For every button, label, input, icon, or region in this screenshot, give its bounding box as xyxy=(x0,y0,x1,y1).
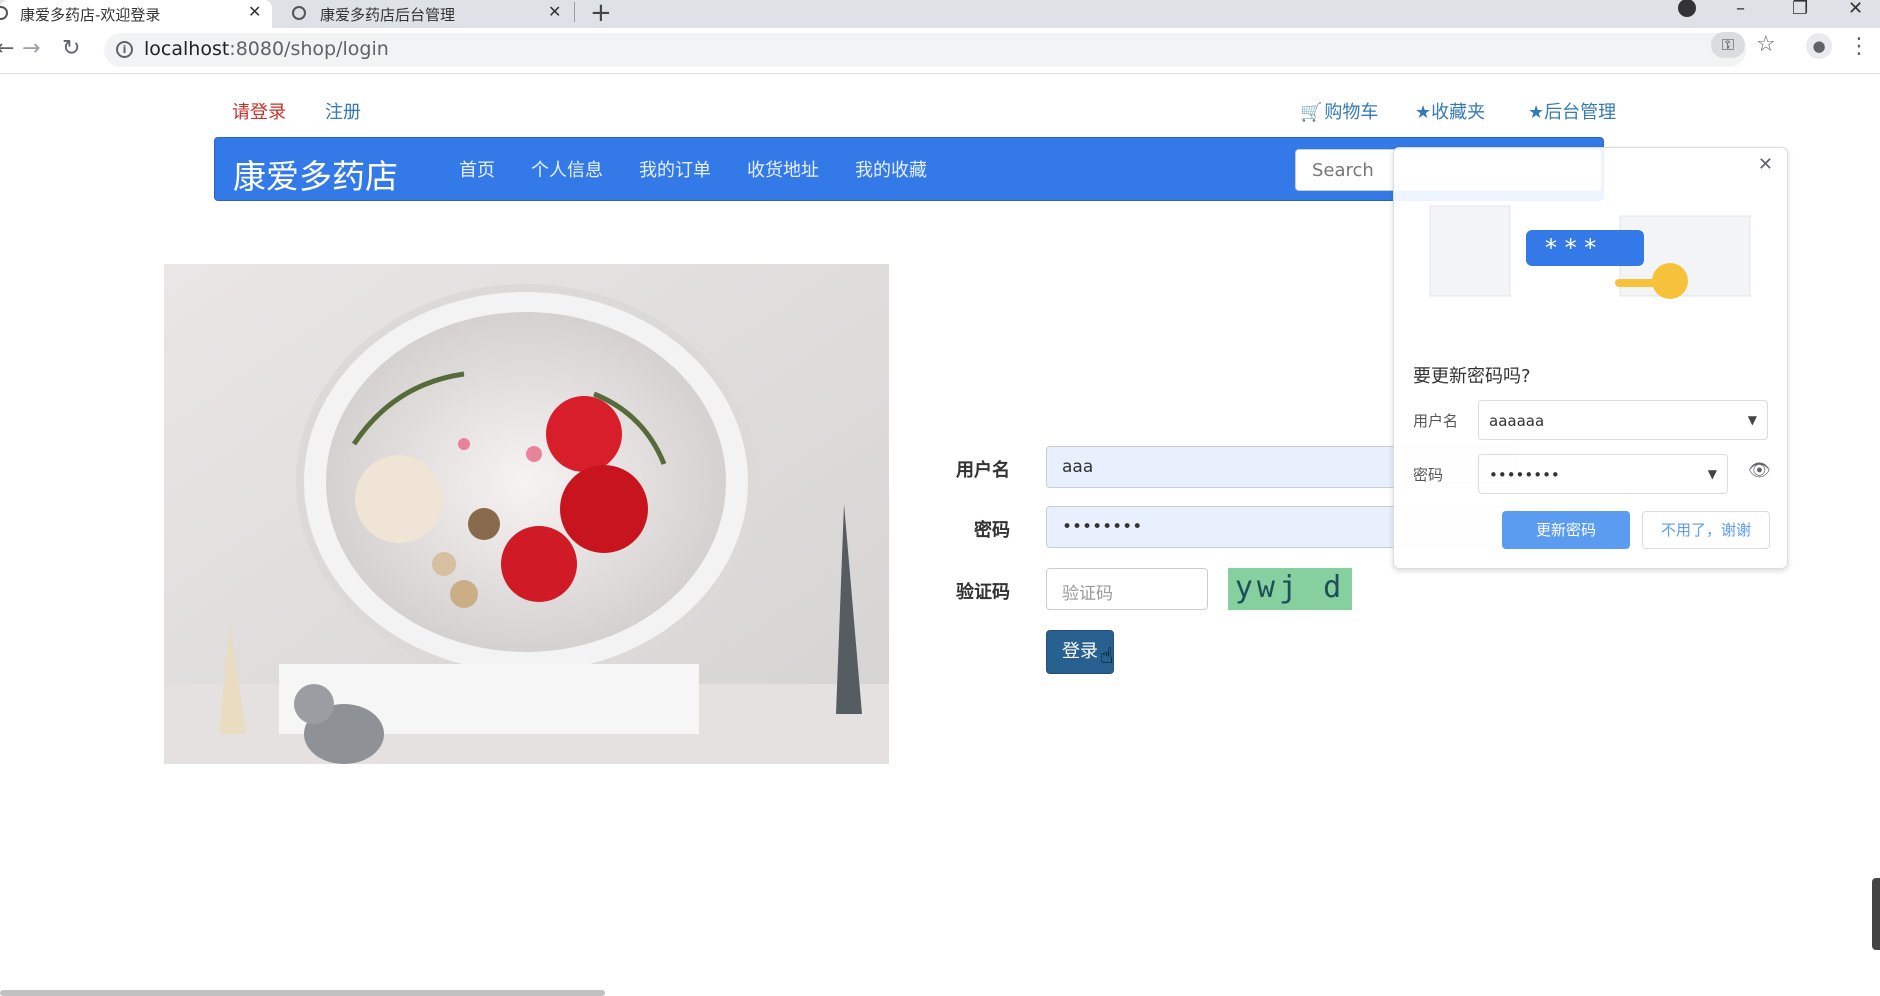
bookmark-star-icon[interactable]: ☆ xyxy=(1756,32,1776,57)
tab-title: 康爱多药店-欢迎登录 xyxy=(20,5,161,24)
username-label: 用户名 xyxy=(956,460,1010,481)
chevron-down-icon: ▼ xyxy=(1707,467,1717,481)
reload-icon[interactable]: ↻ xyxy=(62,36,80,61)
tab-admin[interactable]: 康爱多药店后台管理 ✕ xyxy=(284,0,574,28)
close-icon[interactable]: ✕ xyxy=(548,2,561,21)
back-icon[interactable]: ← xyxy=(0,36,14,61)
hand-cursor-icon: ☝ xyxy=(1100,644,1114,669)
submit-row: 登录 ☝ xyxy=(940,630,1540,674)
minimize-icon[interactable]: – xyxy=(1736,0,1745,19)
popup-username-label: 用户名 xyxy=(1413,412,1459,430)
nav-favorites[interactable]: 我的收藏 xyxy=(855,156,927,182)
register-link[interactable]: 注册 xyxy=(325,98,361,124)
new-tab-button[interactable]: + xyxy=(590,0,612,28)
favorites-link[interactable]: ★收藏夹 xyxy=(1415,98,1485,124)
captcha-image[interactable]: ywj d xyxy=(1228,568,1352,610)
captcha-label: 验证码 xyxy=(956,582,1010,603)
tab-separator xyxy=(574,2,575,22)
svg-text:* * *: * * * xyxy=(1545,234,1596,262)
globe-icon xyxy=(292,6,306,20)
tab-title: 康爱多药店后台管理 xyxy=(320,5,456,24)
no-thanks-button[interactable]: 不用了，谢谢 xyxy=(1642,511,1770,549)
forward-icon[interactable]: → xyxy=(22,36,40,61)
popup-username-select[interactable]: aaaaaa ▼ xyxy=(1478,400,1768,440)
nav-links: 首页 个人信息 我的订单 收货地址 我的收藏 xyxy=(459,156,963,182)
star-icon: ★ xyxy=(1528,102,1545,123)
close-icon[interactable]: ✕ xyxy=(248,2,261,21)
nav-address[interactable]: 收货地址 xyxy=(747,156,819,182)
side-panel-handle[interactable] xyxy=(1872,878,1880,950)
hero-image xyxy=(164,264,889,764)
close-window-icon[interactable]: ✕ xyxy=(1848,0,1863,19)
popup-password-label: 密码 xyxy=(1413,466,1444,484)
tab-search-icon[interactable] xyxy=(1678,0,1696,17)
browser-toolbar: ← → ↻ i localhost:8080/shop/login ⚿ ☆ ● … xyxy=(0,28,1880,74)
globe-icon xyxy=(0,6,8,20)
cart-icon: 🛒 xyxy=(1300,102,1323,123)
admin-link[interactable]: ★后台管理 xyxy=(1528,98,1616,124)
page-content: 请登录 注册 🛒 购物车 ★收藏夹 ★后台管理 康爱多药店 首页 个人信息 我的订… xyxy=(0,74,1880,996)
brand-logo[interactable]: 康爱多药店 xyxy=(233,150,398,198)
browser-tab-strip: 康爱多药店-欢迎登录 ✕ 康爱多药店后台管理 ✕ + – ❐ ✕ xyxy=(0,0,1880,28)
star-icon: ★ xyxy=(1415,102,1432,123)
nav-profile[interactable]: 个人信息 xyxy=(531,156,603,182)
popup-password-select[interactable]: •••••••• ▼ xyxy=(1478,454,1728,494)
profile-icon[interactable]: ● xyxy=(1806,33,1832,59)
password-illustration: * * * xyxy=(1429,205,1751,299)
captcha-row: 验证码 验证码 ywj d xyxy=(940,568,1540,612)
update-password-button[interactable]: 更新密码 xyxy=(1502,511,1630,549)
info-icon[interactable]: i xyxy=(116,41,133,58)
cart-link[interactable]: 🛒 购物车 xyxy=(1300,98,1378,124)
chevron-down-icon: ▼ xyxy=(1747,413,1757,427)
password-label: 密码 xyxy=(974,520,1010,541)
tab-login[interactable]: 康爱多药店-欢迎登录 ✕ xyxy=(0,0,272,28)
password-update-popup: ✕ * * * 要更新密码吗? 用户名 aaaaaa ▼ 密码 ••••••••… xyxy=(1393,147,1788,569)
popup-title: 要更新密码吗? xyxy=(1413,366,1531,387)
key-icon[interactable]: ⚿ xyxy=(1711,32,1745,58)
captcha-input[interactable]: 验证码 xyxy=(1046,568,1208,610)
eye-icon[interactable]: 👁 xyxy=(1748,460,1771,481)
nav-orders[interactable]: 我的订单 xyxy=(639,156,711,182)
horizontal-scrollbar[interactable] xyxy=(0,990,605,996)
url-text[interactable]: localhost:8080/shop/login xyxy=(144,38,389,60)
nav-home[interactable]: 首页 xyxy=(459,156,495,182)
restore-icon[interactable]: ❐ xyxy=(1792,0,1808,19)
login-link[interactable]: 请登录 xyxy=(232,98,286,124)
address-bar[interactable]: i localhost:8080/shop/login xyxy=(104,33,1746,67)
menu-icon[interactable]: ⋮ xyxy=(1848,34,1870,59)
